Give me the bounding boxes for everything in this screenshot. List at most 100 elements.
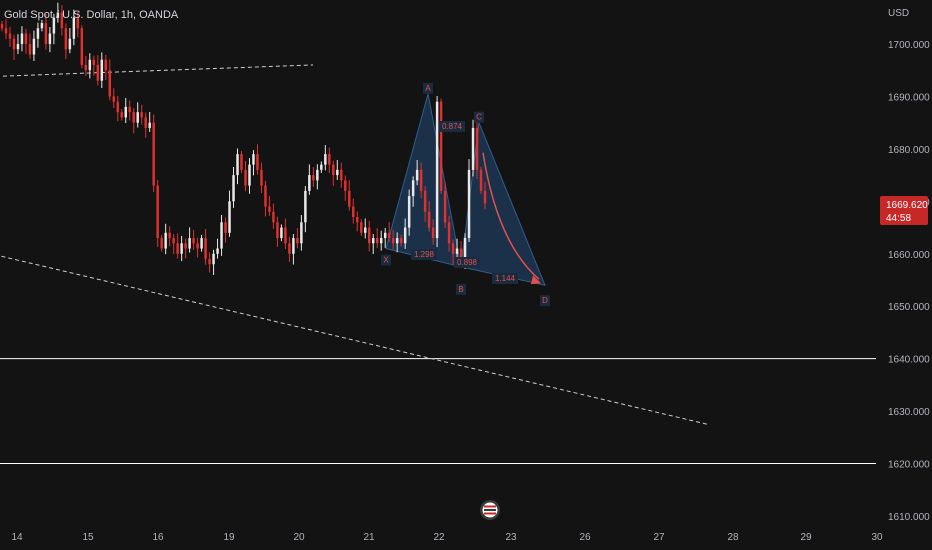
candle-body	[463, 238, 467, 260]
candle-body	[411, 180, 415, 197]
candle-body	[348, 190, 351, 207]
time-tick-label: 16	[152, 532, 164, 543]
candle-body	[352, 206, 355, 218]
pattern-point-label: B	[458, 285, 463, 294]
candle-body	[475, 127, 479, 170]
candle-body	[447, 222, 451, 244]
candle-body	[112, 96, 116, 102]
candle-body	[208, 259, 211, 265]
time-tick-label: 21	[363, 532, 375, 543]
candle-body	[368, 227, 371, 244]
candle-body	[164, 232, 167, 249]
time-tick-label: 15	[82, 532, 94, 543]
price-tick-label: 1620.000	[888, 460, 930, 471]
candle-body	[284, 227, 287, 244]
candle-body	[12, 38, 16, 50]
candle-body	[20, 33, 24, 44]
candle-body	[180, 243, 183, 254]
current-price-tag: 1669.620 44:58	[880, 196, 928, 225]
candle-body	[387, 232, 391, 239]
pattern-point-label: A	[425, 84, 431, 93]
candle-body	[256, 154, 259, 170]
candle-body	[28, 44, 32, 55]
candle-body	[371, 238, 375, 244]
candle-body	[16, 44, 20, 50]
candle-body	[268, 206, 271, 212]
time-tick-label: 30	[871, 532, 883, 543]
candle-body	[84, 64, 88, 71]
candle-body	[224, 222, 227, 233]
candle-body	[108, 70, 112, 97]
pattern-point-label: X	[383, 256, 389, 265]
candle-body	[4, 28, 8, 34]
time-tick-label: 26	[579, 532, 591, 543]
countdown-value: 44:58	[886, 213, 911, 224]
candle-body	[415, 169, 419, 181]
candle-body	[332, 164, 335, 176]
candle-body	[435, 101, 439, 239]
candle-body	[8, 33, 12, 39]
time-tick-label: 28	[727, 532, 739, 543]
tradingview-logo-icon[interactable]	[478, 499, 502, 521]
candle-body	[68, 38, 72, 50]
candle-body	[252, 154, 255, 165]
candle-body	[308, 175, 311, 191]
price-chart[interactable]: X A B C D 0.874 1.298 0.898 1.144 1610.000 1620.0…	[0, 0, 932, 550]
candle-body	[471, 127, 475, 170]
candle-body	[407, 196, 411, 228]
candle-body	[232, 175, 235, 202]
candle-body	[431, 227, 435, 239]
chart-background	[0, 0, 932, 550]
pattern-ratio-label: 1.144	[495, 274, 516, 283]
time-tick-label: 19	[223, 532, 235, 543]
candle-body	[336, 169, 339, 176]
candle-body	[148, 122, 151, 128]
candle-body	[40, 23, 44, 29]
candle-body	[324, 154, 327, 165]
candle-body	[88, 59, 92, 71]
candle-body	[32, 38, 36, 55]
candle-body	[128, 106, 131, 113]
candle-body	[360, 222, 363, 233]
candle-body	[36, 28, 40, 39]
candle-body	[104, 59, 108, 71]
pattern-point-label: D	[542, 296, 548, 305]
logo-glyph	[480, 500, 500, 520]
time-tick-label: 23	[505, 532, 517, 543]
candle-body	[188, 238, 191, 249]
price-tick-label: 1690.000	[888, 92, 930, 103]
candle-body	[244, 169, 247, 186]
candle-body	[296, 238, 299, 244]
candle-body	[344, 180, 347, 191]
candle-body	[140, 112, 143, 118]
candle-body	[168, 232, 171, 239]
candle-body	[228, 201, 231, 233]
time-tick-label: 29	[800, 532, 812, 543]
candle-body	[379, 238, 383, 244]
pattern-ratio-label: 1.298	[414, 250, 435, 259]
candle-body	[304, 190, 307, 223]
candle-body	[212, 253, 215, 265]
candle-body	[184, 243, 187, 249]
currency-label: USD	[888, 8, 909, 19]
candle-body	[0, 24, 4, 29]
candle-body	[455, 248, 459, 254]
candle-body	[92, 59, 96, 65]
price-tick-label: 1610.000	[888, 512, 930, 523]
time-tick-label: 22	[433, 532, 445, 543]
candle-body	[264, 185, 267, 207]
candle-body	[272, 211, 275, 223]
candle-body	[439, 101, 443, 191]
candle-body	[260, 169, 263, 186]
candle-body	[467, 169, 471, 239]
candle-body	[132, 112, 135, 123]
candle-body	[44, 23, 48, 44]
candle-body	[204, 238, 207, 260]
candle-body	[96, 64, 100, 81]
candle-body	[100, 59, 104, 81]
candle-body	[316, 169, 319, 181]
candle-body	[479, 169, 483, 191]
candle-body	[483, 190, 487, 204]
candle-body	[144, 117, 147, 128]
candle-body	[288, 243, 291, 254]
